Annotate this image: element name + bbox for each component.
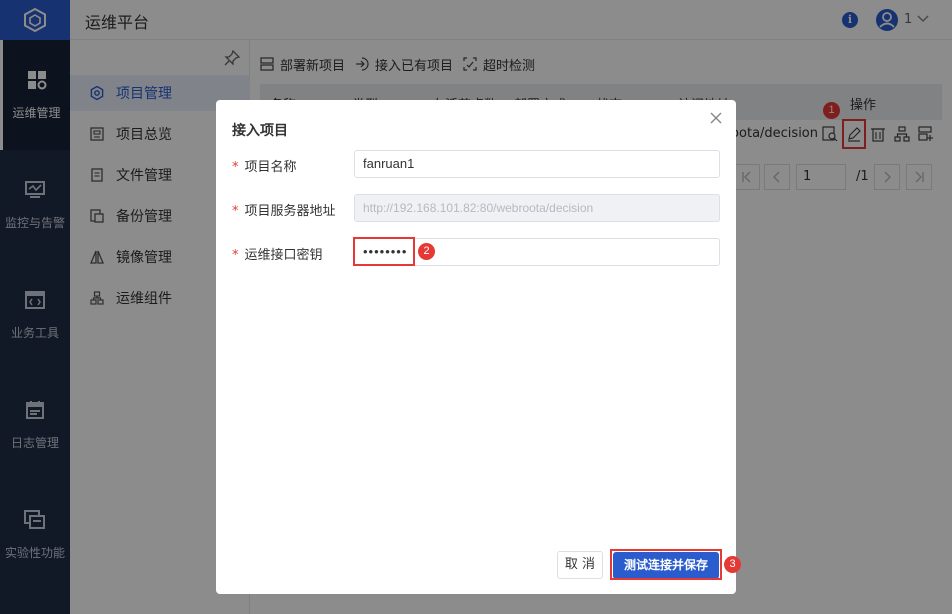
required-mark: * xyxy=(232,204,239,219)
close-icon[interactable] xyxy=(709,111,723,125)
cancel-button[interactable]: 取 消 xyxy=(557,551,603,579)
highlight-key-box xyxy=(353,237,415,266)
step-badge-2: 2 xyxy=(418,243,435,260)
server-address-label: * 项目服务器地址 xyxy=(232,200,336,219)
connect-project-dialog: 接入项目 * 项目名称 fanruan1 * 项目服务器地址 http://192.… xyxy=(216,100,741,594)
api-key-label: * 运维接口密钥 xyxy=(232,244,323,263)
field-label: 运维接口密钥 xyxy=(244,248,323,263)
step-badge-3: 3 xyxy=(724,556,741,573)
required-mark: * xyxy=(232,160,239,175)
project-name-input[interactable]: fanruan1 xyxy=(354,150,720,178)
project-name-label: * 项目名称 xyxy=(232,156,297,175)
highlight-save-box xyxy=(610,549,722,580)
required-mark: * xyxy=(232,248,239,263)
server-address-input: http://192.168.101.82:80/webroota/decisi… xyxy=(354,194,720,222)
field-label: 项目服务器地址 xyxy=(244,204,336,219)
dialog-title: 接入项目 xyxy=(232,123,288,139)
field-label: 项目名称 xyxy=(244,160,297,175)
